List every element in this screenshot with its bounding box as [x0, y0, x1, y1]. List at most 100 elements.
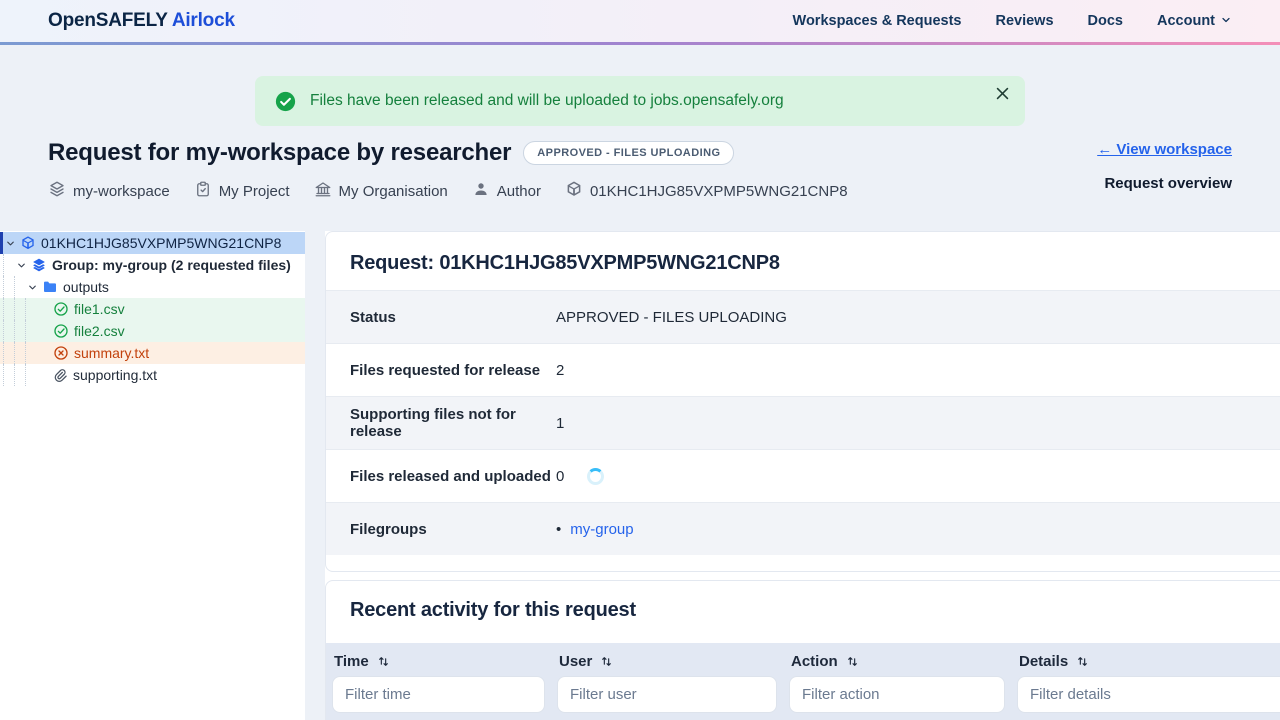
nav-item-label: Reviews: [995, 13, 1054, 29]
request-details-table: Status APPROVED - FILES UPLOADING Files …: [326, 290, 1280, 571]
header-right: ← View workspace Request overview: [1097, 139, 1232, 202]
brand-primary: OpenSAFELY: [48, 10, 168, 31]
nav-item-account[interactable]: Account: [1157, 12, 1232, 30]
status-badge: APPROVED - FILES UPLOADING: [523, 141, 735, 165]
bank-icon: [314, 180, 332, 202]
detail-label: Status: [350, 308, 396, 326]
column-label: Action: [791, 653, 838, 670]
sort-icon[interactable]: [377, 655, 390, 668]
column-header-user[interactable]: User: [551, 653, 783, 670]
detail-label: Filegroups: [350, 520, 427, 538]
column-label: Time: [334, 653, 369, 670]
tree-item-label: file1.csv: [74, 301, 125, 317]
meta-workspace: my-workspace: [48, 180, 170, 202]
tree-item-file1[interactable]: file1.csv: [0, 298, 305, 320]
chevron-down-icon[interactable]: [25, 282, 40, 293]
layers-icon: [48, 180, 66, 202]
tree-indent-guide: [25, 298, 36, 320]
tree-indent-guide: [14, 342, 25, 364]
tree-indent-guide: [14, 364, 25, 386]
filter-time-input[interactable]: [332, 676, 545, 713]
tree-item-label: supporting.txt: [73, 367, 158, 383]
column-header-action[interactable]: Action: [783, 653, 1011, 670]
chevron-down-icon: [1220, 12, 1232, 30]
tree-item-label: summary.txt: [74, 345, 150, 361]
check-circle-icon: [53, 323, 69, 339]
detail-row-files-released: Files released and uploaded 0: [326, 449, 1280, 502]
success-alert: Files have been released and will be upl…: [255, 76, 1025, 126]
request-details-card: Request: 01KHC1HJG85VXPMP5WNG21CNP8 Stat…: [325, 231, 1280, 572]
column-label: User: [559, 653, 593, 670]
filter-details-input[interactable]: [1017, 676, 1280, 713]
meta-label: My Project: [218, 182, 290, 200]
meta-label: Author: [496, 182, 541, 200]
chevron-down-icon[interactable]: [3, 238, 18, 249]
tree-indent-guide: [25, 364, 36, 386]
nav-links: Workspaces & Requests Reviews Docs Accou…: [793, 12, 1232, 30]
column-header-details[interactable]: Details: [1011, 653, 1280, 670]
request-card-heading: Request: 01KHC1HJG85VXPMP5WNG21CNP8: [350, 252, 780, 274]
tree-item-supporting[interactable]: supporting.txt: [0, 364, 305, 386]
nav-item-workspaces[interactable]: Workspaces & Requests: [793, 13, 962, 29]
activity-table-header: Time User Action Details: [326, 643, 1280, 720]
filter-action-input[interactable]: [789, 676, 1005, 713]
tree-indent-guide: [3, 364, 14, 386]
tree-item-label: 01KHC1HJG85VXPMP5WNG21CNP8: [41, 235, 282, 251]
view-workspace-link[interactable]: ← View workspace: [1097, 141, 1232, 158]
tree-indent-guide: [3, 276, 14, 298]
alert-message: Files have been released and will be upl…: [310, 92, 784, 109]
tree-item-outputs[interactable]: outputs: [0, 276, 305, 298]
tree-indent-guide: [14, 276, 25, 298]
tree-indent-guide: [25, 320, 36, 342]
main-panel: Request: 01KHC1HJG85VXPMP5WNG21CNP8 Stat…: [325, 231, 1280, 720]
list-bullet: •: [556, 520, 562, 538]
sort-icon[interactable]: [1076, 655, 1089, 668]
nav-item-label: Workspaces & Requests: [792, 13, 962, 29]
tree-item-label: outputs: [63, 279, 109, 295]
meta-project: My Project: [194, 180, 290, 202]
chevron-down-icon[interactable]: [14, 260, 29, 271]
detail-label: Supporting files not for release: [350, 406, 516, 440]
tree-indent-guide: [3, 342, 14, 364]
cube-icon: [20, 235, 36, 251]
folder-icon: [42, 279, 58, 295]
column-header-time[interactable]: Time: [326, 653, 551, 670]
detail-value: 1: [556, 414, 565, 432]
filter-user-input[interactable]: [557, 676, 777, 713]
tree-indent-guide: [3, 320, 14, 342]
brand-logo[interactable]: OpenSAFELY Airlock: [48, 10, 235, 32]
user-icon: [472, 180, 490, 202]
tree-item-summary[interactable]: summary.txt: [0, 342, 305, 364]
activity-card-heading: Recent activity for this request: [350, 599, 636, 621]
page-header: Files have been released and will be upl…: [0, 45, 1280, 231]
upload-spinner-icon: [587, 467, 605, 485]
sort-icon[interactable]: [846, 655, 859, 668]
detail-label: Files released and uploaded: [350, 467, 551, 485]
tree-item-group[interactable]: Group: my-group (2 requested files): [0, 254, 305, 276]
clipboard-icon: [194, 180, 212, 202]
filegroup-link[interactable]: my-group: [570, 521, 633, 538]
paperclip-icon: [53, 368, 68, 383]
sidebar-resize-gutter[interactable]: [305, 231, 325, 720]
sort-icon[interactable]: [600, 655, 613, 668]
request-overview-label: Request overview: [1104, 175, 1232, 192]
column-label: Details: [1019, 653, 1069, 670]
nav-item-reviews[interactable]: Reviews: [995, 13, 1053, 29]
x-circle-icon: [53, 345, 69, 361]
tree-indent-guide: [14, 298, 25, 320]
tree-item-file2[interactable]: file2.csv: [0, 320, 305, 342]
detail-label: Files requested for release: [350, 361, 541, 379]
tree-item-request-root[interactable]: 01KHC1HJG85VXPMP5WNG21CNP8: [0, 232, 305, 254]
page-title: Request for my-workspace by researcher: [48, 139, 512, 166]
cube-icon: [565, 180, 583, 202]
navbar: OpenSAFELY Airlock Workspaces & Requests…: [0, 0, 1280, 45]
meta-label: My Organisation: [338, 182, 448, 200]
nav-item-docs[interactable]: Docs: [1088, 13, 1123, 29]
detail-row-filegroups: Filegroups • my-group: [326, 502, 1280, 555]
tree-indent-guide: [25, 342, 36, 364]
nav-item-label: Docs: [1087, 13, 1123, 29]
close-icon[interactable]: [994, 85, 1011, 102]
request-meta: my-workspace My Project My Organisation …: [48, 180, 848, 202]
meta-label: my-workspace: [73, 182, 170, 200]
detail-value: 2: [556, 361, 565, 379]
